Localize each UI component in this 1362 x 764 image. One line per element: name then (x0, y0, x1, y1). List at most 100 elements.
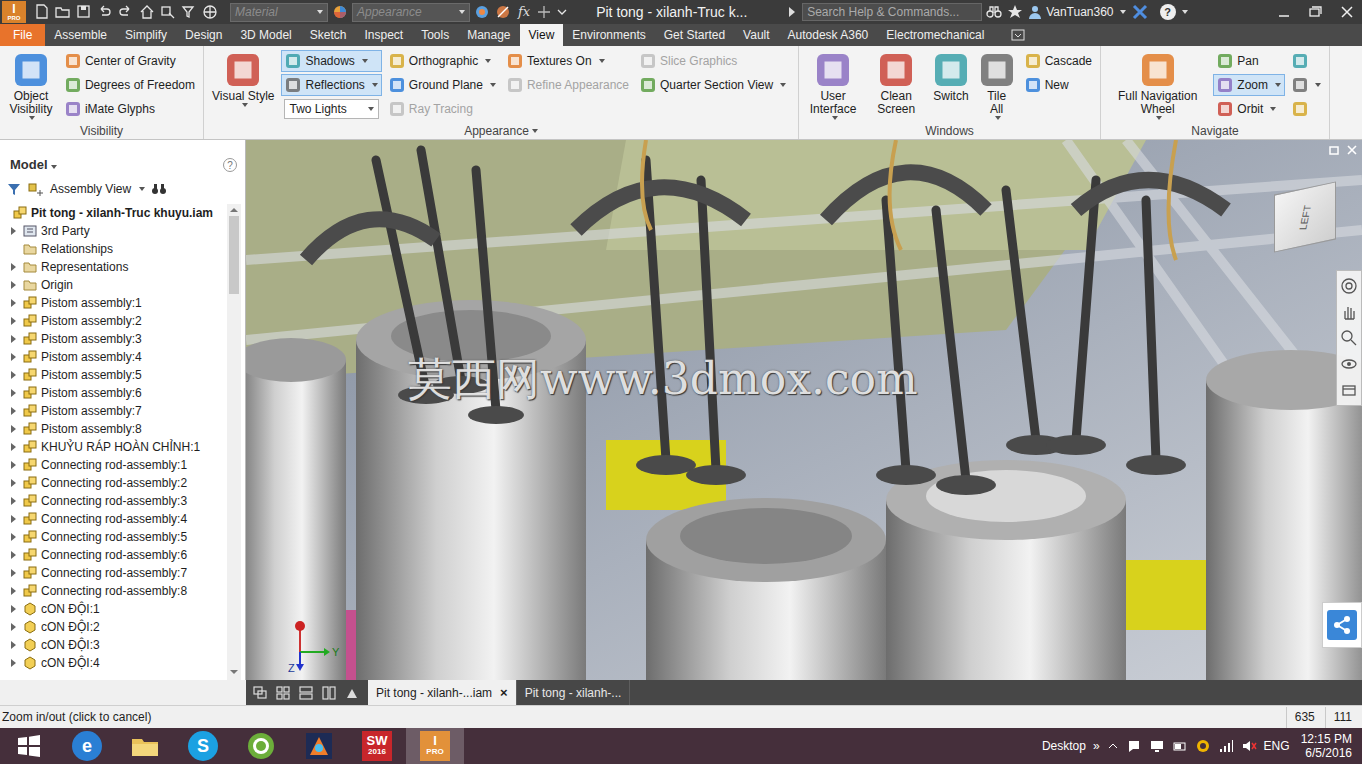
dropdown-arrow-icon[interactable] (139, 187, 145, 191)
application-button[interactable]: IPRO (2, 1, 26, 23)
tree-item[interactable]: Pistom assembly:6 (0, 384, 227, 402)
zoom-icon[interactable] (1340, 329, 1358, 347)
tree-item[interactable]: Connecting rod-assembly:8 (0, 582, 227, 600)
appearance-combo[interactable]: Appearance (352, 3, 470, 22)
ribbon-tab[interactable]: 3D Model (231, 24, 300, 46)
ribbon-button[interactable]: User Interface (803, 50, 863, 122)
expand-arrow-icon[interactable] (11, 533, 16, 541)
ribbon-tab[interactable]: Get Started (655, 24, 734, 46)
ribbon-button[interactable]: Clean Screen (866, 50, 926, 122)
pan-hand-icon[interactable] (1340, 303, 1358, 321)
color-wheel-icon[interactable] (331, 3, 349, 21)
ribbon-button[interactable] (1288, 74, 1325, 96)
user-name[interactable]: VanTuan360 (1046, 3, 1113, 21)
tree-item[interactable]: cON ĐỘI:2 (0, 618, 227, 636)
tree-item[interactable]: Pistom assembly:4 (0, 348, 227, 366)
ribbon-button[interactable]: Refine Appearance (503, 74, 633, 96)
expand-arrow-icon[interactable] (11, 263, 16, 271)
ribbon-tab[interactable]: Simplify (116, 24, 176, 46)
expand-arrow-icon[interactable] (11, 443, 16, 451)
ribbon-tab[interactable]: View (520, 24, 564, 46)
windows-start-icon[interactable] (16, 733, 42, 759)
parameters-button[interactable]: fx (515, 2, 533, 22)
display-icon[interactable] (1149, 738, 1165, 754)
expand-arrow-icon[interactable] (11, 479, 16, 487)
ribbon-button[interactable]: Degrees of Freedom (61, 74, 199, 96)
dropdown-arrow-icon[interactable] (51, 165, 57, 169)
restore-icon[interactable] (1301, 0, 1329, 24)
expand-arrow-icon[interactable] (11, 227, 16, 235)
home-icon[interactable] (138, 3, 156, 21)
ribbon-tab[interactable]: Environments (563, 24, 654, 46)
search-box[interactable] (802, 3, 982, 21)
dropdown-arrow-icon[interactable] (832, 116, 838, 120)
ribbon-button[interactable]: Switch (929, 50, 972, 122)
ribbon-button[interactable]: Orthographic (385, 50, 500, 72)
expand-arrow-icon[interactable] (11, 371, 16, 379)
dropdown-arrow-icon[interactable] (1315, 83, 1321, 87)
ribbon-button[interactable]: Center of Gravity (61, 50, 199, 72)
dropdown-arrow-icon[interactable] (532, 129, 538, 133)
ribbon-button[interactable]: Object Visibility (4, 50, 58, 122)
expand-arrow-icon[interactable] (11, 389, 16, 397)
clear-appearance-icon[interactable] (494, 3, 512, 21)
ribbon-tab[interactable]: Assemble (45, 24, 116, 46)
redo-icon[interactable] (117, 3, 135, 21)
expand-arrow-icon[interactable] (11, 353, 16, 361)
ribbon-button[interactable]: Zoom (1213, 74, 1285, 96)
ribbon-button[interactable]: Reflections (281, 74, 381, 96)
star-icon[interactable] (1006, 3, 1024, 21)
dropdown-arrow-icon[interactable] (1275, 83, 1281, 87)
expand-arrow-icon[interactable] (11, 317, 16, 325)
share-button[interactable] (1322, 602, 1362, 648)
tree-item[interactable]: 3rd Party (0, 222, 227, 240)
file-explorer-icon[interactable] (130, 733, 160, 759)
tile-icon[interactable] (275, 685, 291, 701)
ribbon-tab[interactable]: Sketch (301, 24, 356, 46)
tree-item[interactable]: Connecting rod-assembly:2 (0, 474, 227, 492)
tree-item[interactable]: Pistom assembly:3 (0, 330, 227, 348)
ribbon-button[interactable]: Slice Graphics (636, 50, 790, 72)
dropdown-arrow-icon[interactable] (362, 59, 368, 63)
tree-item[interactable]: cON ĐỘI:1 (0, 600, 227, 618)
dropdown-arrow-icon[interactable] (242, 103, 248, 107)
document-tab[interactable]: Pit tong - xilanh-...iam× (368, 680, 517, 705)
dropdown-arrow-icon[interactable] (490, 83, 496, 87)
ribbon-tab[interactable]: Manage (458, 24, 519, 46)
tree-item[interactable]: Connecting rod-assembly:5 (0, 528, 227, 546)
expand-arrow-icon[interactable] (11, 425, 16, 433)
ribbon-button[interactable]: New (1021, 74, 1096, 96)
dropdown-arrow-icon[interactable] (780, 83, 786, 87)
binoculars-icon[interactable] (985, 3, 1003, 21)
find-icon[interactable] (150, 181, 168, 197)
ribbon-button[interactable]: Full Navigation Wheel (1105, 50, 1210, 122)
dropdown-arrow-icon[interactable] (368, 107, 374, 111)
dropdown-arrow-icon[interactable] (1120, 10, 1126, 14)
ribbon-tab[interactable]: Inspect (355, 24, 412, 46)
taskbar-app[interactable] (116, 728, 174, 764)
cascade-icon[interactable] (252, 685, 268, 701)
ribbon-button[interactable]: Visual Style (208, 50, 278, 122)
ribbon-button[interactable]: Shadows (281, 50, 381, 72)
ribbon-button[interactable]: iMate Glyphs (61, 98, 199, 120)
expand-arrow-icon[interactable] (11, 623, 16, 631)
ribbon-tab[interactable]: Autodesk A360 (779, 24, 878, 46)
ribbon-button[interactable] (1288, 50, 1325, 72)
taskbar-app[interactable]: S (174, 728, 232, 764)
ribbon-button[interactable]: Ray Tracing (385, 98, 500, 120)
ribbon-button[interactable]: Cascade (1021, 50, 1096, 72)
browser-view[interactable]: Assembly View (50, 180, 131, 198)
updater-icon[interactable] (1195, 738, 1211, 754)
wheel-icon[interactable] (1340, 277, 1358, 295)
tree-item[interactable]: cON ĐỘI:3 (0, 636, 227, 654)
expand-arrow-icon[interactable] (11, 407, 16, 415)
tree-item[interactable]: Pistom assembly:8 (0, 420, 227, 438)
expand-arrow-icon[interactable] (11, 569, 16, 577)
ribbon-tab[interactable]: Electromechanical (877, 24, 993, 46)
tree-item[interactable]: KHUỶU RÁP HOÀN CHỈNH:1 (0, 438, 227, 456)
scroll-down-icon[interactable] (230, 670, 238, 674)
undo-icon[interactable] (96, 3, 114, 21)
ribbon-button[interactable]: Textures On (503, 50, 633, 72)
ribbon-button[interactable]: Pan (1213, 50, 1285, 72)
ribbon-tab[interactable]: Tools (412, 24, 458, 46)
